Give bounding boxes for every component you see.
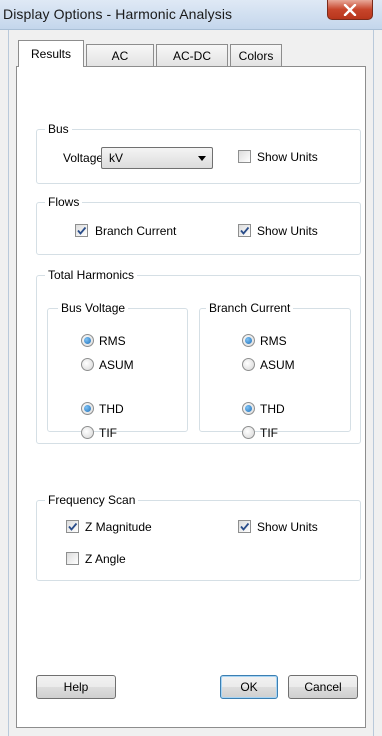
checkmark-icon <box>68 522 78 531</box>
flows-group-label: Flows <box>45 195 83 209</box>
bus-voltage-group-label: Bus Voltage <box>58 301 129 315</box>
voltage-unit-value: kV <box>109 151 124 165</box>
z-magnitude-label: Z Magnitude <box>85 520 152 534</box>
total-harmonics-group-label: Total Harmonics <box>45 268 138 282</box>
branch-current-tif-label: TIF <box>260 426 278 440</box>
branch-current-label: Branch Current <box>95 224 177 238</box>
branch-current-thd-radio[interactable] <box>242 402 255 415</box>
branch-current-asum-radio[interactable] <box>242 358 255 371</box>
checkmark-icon <box>240 522 250 531</box>
branch-current-checkbox[interactable] <box>75 224 88 237</box>
flows-show-units-label: Show Units <box>257 224 318 238</box>
tab-results[interactable]: Results <box>18 40 84 67</box>
z-magnitude-checkbox[interactable] <box>66 520 79 533</box>
branch-current-tif-radio[interactable] <box>242 426 255 439</box>
bus-voltage-thd-radio[interactable] <box>81 402 94 415</box>
help-button[interactable]: Help <box>36 675 116 699</box>
close-icon <box>343 3 357 16</box>
z-angle-label: Z Angle <box>85 552 126 566</box>
branch-current-thd-label: THD <box>260 402 285 416</box>
flows-show-units-checkbox[interactable] <box>238 224 251 237</box>
tab-ac-dc[interactable]: AC-DC <box>156 44 228 66</box>
bus-voltage-rms-radio[interactable] <box>81 334 94 347</box>
close-button[interactable] <box>327 0 373 20</box>
bus-voltage-thd-label: THD <box>99 402 124 416</box>
title-bar: Display Options - Harmonic Analysis <box>0 0 382 30</box>
bus-group-label: Bus <box>45 122 72 136</box>
bus-voltage-tif-radio[interactable] <box>81 426 94 439</box>
voltage-label: Voltage <box>63 151 104 165</box>
cancel-button[interactable]: Cancel <box>288 675 358 699</box>
branch-current-rms-radio[interactable] <box>242 334 255 347</box>
bus-voltage-tif-label: TIF <box>99 426 117 440</box>
frequency-scan-show-units-checkbox[interactable] <box>238 520 251 533</box>
z-angle-checkbox[interactable] <box>66 552 79 565</box>
branch-current-group-label: Branch Current <box>206 301 294 315</box>
bus-show-units-checkbox[interactable] <box>238 150 251 163</box>
branch-current-rms-label: RMS <box>260 334 287 348</box>
bus-voltage-asum-radio[interactable] <box>81 358 94 371</box>
branch-current-asum-label: ASUM <box>260 358 295 372</box>
tab-ac[interactable]: AC <box>86 44 154 66</box>
checkmark-icon <box>77 226 87 235</box>
frequency-scan-show-units-label: Show Units <box>257 520 318 534</box>
bus-voltage-asum-label: ASUM <box>99 358 134 372</box>
frequency-scan-group-label: Frequency Scan <box>45 493 139 507</box>
ok-button[interactable]: OK <box>220 675 278 699</box>
checkmark-icon <box>240 226 250 235</box>
frequency-scan-group: Frequency Scan <box>36 493 361 581</box>
bus-voltage-rms-label: RMS <box>99 334 126 348</box>
voltage-unit-select[interactable]: kV <box>101 147 213 169</box>
tab-colors[interactable]: Colors <box>230 44 282 66</box>
chevron-down-icon <box>198 156 206 161</box>
window-title: Display Options - Harmonic Analysis <box>3 6 233 22</box>
bus-show-units-label: Show Units <box>257 150 318 164</box>
